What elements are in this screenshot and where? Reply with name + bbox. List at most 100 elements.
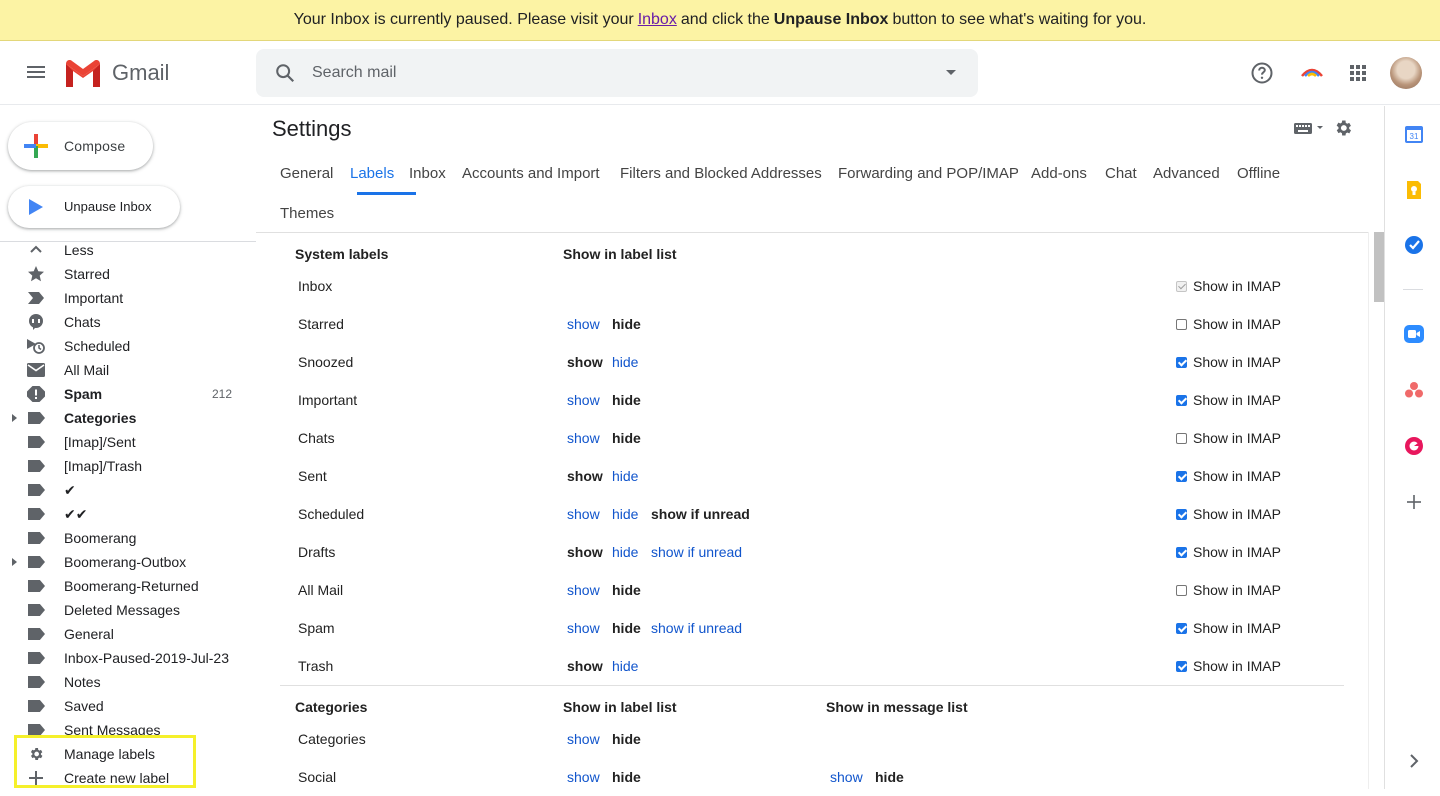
keep-icon[interactable] — [1404, 180, 1424, 200]
sidebar-item-label: Deleted Messages — [64, 602, 180, 618]
hide-link[interactable]: hide — [612, 468, 638, 484]
sidebar-item-inbox-paused[interactable]: Inbox-Paused-2019-Jul-23 — [0, 646, 256, 670]
search-options-icon[interactable] — [946, 70, 956, 75]
checkbox-checked — [1176, 623, 1187, 634]
table-row: Important show hide Show in IMAP — [280, 381, 1368, 419]
clockify-icon[interactable] — [1404, 436, 1424, 456]
show-in-imap-checkbox[interactable]: Show in IMAP — [1176, 620, 1281, 636]
show-link[interactable]: show — [567, 392, 600, 408]
hide-link[interactable]: hide — [612, 354, 638, 370]
sidebar-item-boomerang-outbox[interactable]: Boomerang-Outbox — [0, 550, 256, 574]
label-icon — [28, 436, 45, 448]
show-link[interactable]: show — [567, 506, 600, 522]
show-current: show — [567, 468, 603, 484]
sidebar-item-boomerang-returned[interactable]: Boomerang-Returned — [0, 574, 256, 598]
sidebar-item-scheduled[interactable]: Scheduled — [0, 334, 256, 358]
show-in-imap-checkbox[interactable]: Show in IMAP — [1176, 392, 1281, 408]
sidebar-item-all-mail[interactable]: All Mail — [0, 358, 256, 382]
show-link[interactable]: show — [567, 430, 600, 446]
tab-themes[interactable]: Themes — [280, 205, 334, 222]
show-link[interactable]: show — [567, 731, 600, 747]
show-in-imap-checkbox[interactable]: Show in IMAP — [1176, 278, 1281, 294]
tab-labels[interactable]: Labels — [350, 165, 394, 182]
message-list-show-link[interactable]: show — [830, 769, 863, 785]
section-divider — [280, 685, 1344, 686]
sidebar-item-deleted-messages[interactable]: Deleted Messages — [0, 598, 256, 622]
keyboard-icon[interactable] — [1294, 120, 1326, 136]
search-bar[interactable] — [256, 49, 978, 97]
help-icon[interactable] — [1250, 61, 1274, 85]
chevron-right-icon[interactable] — [1404, 751, 1424, 771]
tab-add-ons[interactable]: Add-ons — [1031, 165, 1087, 182]
sidebar-item-boomerang[interactable]: Boomerang — [0, 526, 256, 550]
tab-forwarding[interactable]: Forwarding and POP/IMAP — [838, 165, 1019, 182]
banner-inbox-link[interactable]: Inbox — [638, 11, 677, 29]
main-menu-icon[interactable] — [24, 61, 48, 85]
checkbox-disabled-checked — [1176, 281, 1187, 292]
scrollbar-track[interactable] — [1368, 232, 1384, 789]
side-panel: 31 — [1384, 106, 1440, 789]
show-if-unread-link[interactable]: show if unread — [651, 544, 742, 560]
sidebar-item-imap-sent[interactable]: [Imap]/Sent — [0, 430, 256, 454]
show-in-imap-checkbox[interactable]: Show in IMAP — [1176, 430, 1281, 446]
banner-bold-text: Unpause Inbox — [773, 11, 889, 28]
account-avatar[interactable] — [1390, 57, 1422, 89]
sidebar-item-label: Less — [64, 242, 94, 258]
tab-advanced[interactable]: Advanced — [1153, 165, 1220, 182]
settings-gear-icon[interactable] — [1333, 118, 1353, 138]
sidebar-item-spam[interactable]: Spam 212 — [0, 382, 256, 406]
sidebar-item-double-check[interactable]: ✔✔ — [0, 502, 256, 526]
show-if-unread-link[interactable]: show if unread — [651, 620, 742, 636]
calendar-icon[interactable]: 31 — [1404, 124, 1424, 144]
hide-link[interactable]: hide — [612, 658, 638, 674]
show-link[interactable]: show — [567, 620, 600, 636]
show-link[interactable]: show — [567, 769, 600, 785]
tab-general[interactable]: General — [280, 165, 333, 182]
apps-grid-icon[interactable] — [1346, 61, 1370, 85]
show-link[interactable]: show — [567, 582, 600, 598]
expand-arrow-icon[interactable] — [12, 414, 17, 422]
sidebar-item-starred[interactable]: Starred — [0, 262, 256, 286]
sidebar-item-important[interactable]: Important — [0, 286, 256, 310]
zoom-icon[interactable] — [1404, 324, 1424, 344]
asana-icon[interactable] — [1404, 380, 1424, 400]
sidebar-item-imap-trash[interactable]: [Imap]/Trash — [0, 454, 256, 478]
sidebar-item-general[interactable]: General — [0, 622, 256, 646]
sidebar-item-saved[interactable]: Saved — [0, 694, 256, 718]
unpause-inbox-button[interactable]: Unpause Inbox — [8, 186, 180, 228]
tab-chat[interactable]: Chat — [1105, 165, 1137, 182]
tab-accounts-and-import[interactable]: Accounts and Import — [462, 165, 600, 182]
show-in-imap-checkbox[interactable]: Show in IMAP — [1176, 468, 1281, 484]
compose-button[interactable]: Compose — [8, 122, 153, 170]
scrollbar-thumb[interactable] — [1374, 232, 1384, 302]
search-icon[interactable] — [274, 62, 296, 84]
gmail-logo[interactable]: Gmail — [64, 59, 169, 87]
label-icon — [28, 580, 45, 592]
show-in-imap-checkbox[interactable]: Show in IMAP — [1176, 354, 1281, 370]
tasks-icon[interactable] — [1404, 235, 1424, 255]
checkbox-unchecked — [1176, 433, 1187, 444]
hide-link[interactable]: hide — [612, 506, 638, 522]
sidebar-item-chats[interactable]: Chats — [0, 310, 256, 334]
tab-offline[interactable]: Offline — [1237, 165, 1280, 182]
sidebar-item-categories[interactable]: Categories — [0, 406, 256, 430]
checkbox-checked — [1176, 357, 1187, 368]
add-addon-icon[interactable] — [1404, 492, 1424, 512]
tab-filters[interactable]: Filters and Blocked Addresses — [620, 165, 822, 182]
tab-inbox[interactable]: Inbox — [409, 165, 446, 182]
expand-arrow-icon[interactable] — [12, 558, 17, 566]
show-link[interactable]: show — [567, 316, 600, 332]
search-input[interactable] — [312, 49, 912, 97]
show-in-imap-checkbox[interactable]: Show in IMAP — [1176, 506, 1281, 522]
sidebar-item-notes[interactable]: Notes — [0, 670, 256, 694]
show-in-imap-checkbox[interactable]: Show in IMAP — [1176, 582, 1281, 598]
show-in-imap-checkbox[interactable]: Show in IMAP — [1176, 658, 1281, 674]
checkbox-checked — [1176, 661, 1187, 672]
sidebar-item-check[interactable]: ✔ — [0, 478, 256, 502]
checkbox-checked — [1176, 509, 1187, 520]
boomerang-icon[interactable] — [1300, 61, 1324, 85]
show-in-imap-checkbox[interactable]: Show in IMAP — [1176, 544, 1281, 560]
show-in-imap-checkbox[interactable]: Show in IMAP — [1176, 316, 1281, 332]
sidebar-item-less[interactable]: Less — [0, 238, 256, 262]
hide-link[interactable]: hide — [612, 544, 638, 560]
